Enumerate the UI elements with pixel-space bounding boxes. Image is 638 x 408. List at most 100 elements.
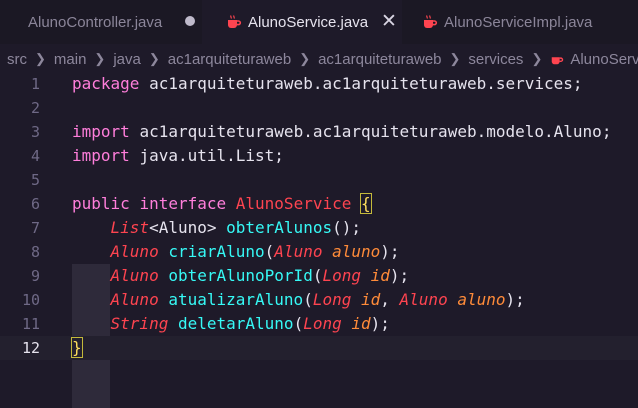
code-token: aluno <box>332 242 381 261</box>
tab-alunocontroller[interactable]: AlunoController.java <box>0 0 202 44</box>
code-token: AlunoService <box>235 194 361 213</box>
code-token: String <box>110 314 178 333</box>
code-text: package ac1arquiteturaweb.ac1arquitetura… <box>72 72 583 96</box>
code-token: ac1arquiteturaweb.ac1arquiteturaweb.mode… <box>139 122 612 141</box>
code-line[interactable]: 2 <box>0 96 638 120</box>
chevron-right-icon: ❯ <box>449 51 461 66</box>
code-token: package <box>72 74 150 93</box>
code-token: import <box>72 122 140 141</box>
code-token: <Aluno> <box>149 218 227 237</box>
code-text: } <box>71 336 83 360</box>
code-token: Long <box>312 290 361 309</box>
code-text: import java.util.List; <box>72 144 284 168</box>
code-line[interactable]: 9 Aluno obterAlunoPorId(Long id); <box>0 264 638 288</box>
code-token: aluno <box>457 290 506 309</box>
chevron-right-icon: ❯ <box>35 51 46 66</box>
code-token: id <box>370 266 390 285</box>
code-token: ); <box>370 314 390 333</box>
code-line[interactable]: 3 import ac1arquiteturaweb.ac1arquitetura… <box>0 120 638 144</box>
code-token: ( <box>264 242 275 261</box>
code-token: import <box>72 146 140 165</box>
code-token: criarAluno <box>168 242 265 261</box>
tab-label: AlunoController.java <box>28 13 163 31</box>
code-token: (); <box>332 218 361 237</box>
editor-tab-bar: AlunoController.java AlunoService.java ✕… <box>0 0 638 44</box>
breadcrumb-item-file[interactable]: AlunoService.java <box>570 51 638 68</box>
breadcrumb-item-package[interactable]: ac1arquiteturaweb <box>318 51 441 68</box>
code-token: ( <box>293 314 304 333</box>
line-number: 12 <box>21 339 40 357</box>
line-number: 4 <box>30 147 40 165</box>
java-file-icon <box>552 57 564 65</box>
tab-label: AlunoServiceImpl.java <box>444 13 593 31</box>
code-token: id <box>351 314 371 333</box>
code-line[interactable]: 5 <box>0 168 638 192</box>
breadcrumb-item-package[interactable]: ac1arquiteturaweb <box>168 51 291 68</box>
line-number: 9 <box>30 267 40 285</box>
breadcrumb-item-java[interactable]: java <box>113 51 141 68</box>
code-token: java.util.List; <box>139 146 284 165</box>
tab-label: AlunoService.java <box>248 13 369 31</box>
line-number: 5 <box>30 171 40 189</box>
code-token: { <box>360 193 372 214</box>
code-text: Aluno atualizarAluno(Long id, Aluno alun… <box>72 288 525 312</box>
line-number: 8 <box>30 243 40 261</box>
java-file-icon <box>228 15 242 28</box>
code-token: obterAlunos <box>226 218 333 237</box>
code-token: Long <box>322 266 371 285</box>
code-line[interactable]: 12} <box>0 336 638 360</box>
unsaved-dot-icon[interactable] <box>185 16 195 26</box>
java-file-icon <box>424 15 438 28</box>
line-number: 7 <box>30 219 40 237</box>
line-number: 3 <box>30 123 40 141</box>
code-line[interactable]: 8 Aluno criarAluno(Aluno aluno); <box>0 240 638 264</box>
code-line[interactable]: 1 package ac1arquiteturaweb.ac1arquitetur… <box>0 72 638 96</box>
code-token: ( <box>303 290 313 309</box>
code-token: public <box>72 194 140 213</box>
code-line[interactable]: 11 String deletarAluno(Long id); <box>0 312 638 336</box>
code-token: } <box>71 337 83 358</box>
code-text: String deletarAluno(Long id); <box>72 312 390 336</box>
code-token: deletarAluno <box>177 314 294 333</box>
breadcrumb: src ❯ main ❯ java ❯ ac1arquiteturaweb ❯ … <box>0 46 638 72</box>
line-number: 1 <box>30 75 40 93</box>
code-line[interactable]: 7 List<Aluno> obterAlunos(); <box>0 216 638 240</box>
chevron-right-icon: ❯ <box>148 51 160 66</box>
line-number: 11 <box>21 315 40 333</box>
line-number: 10 <box>21 291 40 309</box>
tab-alunoservice[interactable]: AlunoService.java <box>202 0 402 44</box>
chevron-right-icon: ❯ <box>531 51 543 66</box>
breadcrumb-item-services[interactable]: services <box>468 51 523 68</box>
code-text: Aluno obterAlunoPorId(Long id); <box>72 264 410 288</box>
code-token: ); <box>389 266 410 285</box>
code-token: , <box>380 290 400 309</box>
code-token: obterAlunoPorId <box>168 266 313 285</box>
code-text: public interface AlunoService { <box>72 192 372 216</box>
code-token: Aluno <box>110 266 169 285</box>
code-line[interactable]: 10 Aluno atualizarAluno(Long id, Aluno a… <box>0 288 638 312</box>
tab-alunoserviceimpl[interactable]: AlunoServiceImpl.java <box>402 0 592 44</box>
code-line[interactable]: 6 public interface AlunoService { <box>0 192 638 216</box>
code-token: Aluno <box>110 290 169 309</box>
code-text: import ac1arquiteturaweb.ac1arquiteturaw… <box>72 120 611 144</box>
breadcrumb-item-src[interactable]: src <box>7 51 27 68</box>
code-text: List<Aluno> obterAlunos(); <box>72 216 361 240</box>
close-tab-icon[interactable]: ✕ <box>380 10 398 32</box>
chevron-right-icon: ❯ <box>94 51 106 66</box>
line-number: 2 <box>30 99 40 117</box>
breadcrumb-item-main[interactable]: main <box>54 51 87 68</box>
code-token: ac1arquiteturaweb.ac1arquiteturaweb.serv… <box>149 74 583 93</box>
code-editor[interactable]: 1 package ac1arquiteturaweb.ac1arquitetur… <box>0 72 638 408</box>
code-token: interface <box>139 194 236 213</box>
code-token: Aluno <box>399 290 458 309</box>
code-token: ); <box>505 290 525 309</box>
code-token: ); <box>380 242 400 261</box>
code-token: Long <box>303 314 352 333</box>
code-text: Aluno criarAluno(Aluno aluno); <box>72 240 400 264</box>
code-line[interactable]: 4 import java.util.List; <box>0 144 638 168</box>
